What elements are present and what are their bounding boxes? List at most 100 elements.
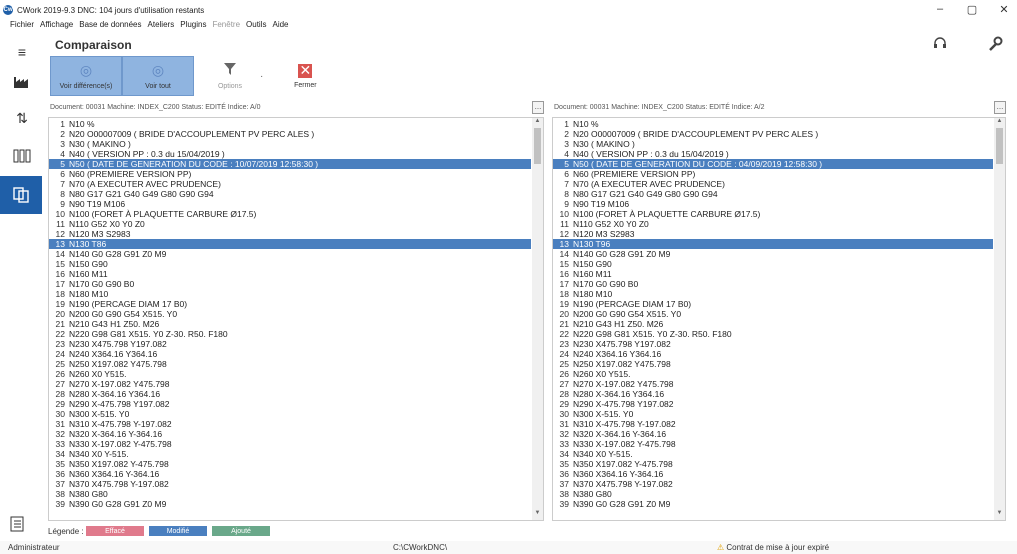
left-scroll-thumb[interactable] — [534, 128, 541, 164]
code-line[interactable]: 37 N370 X475.798 Y-197.082 — [49, 479, 531, 489]
menu-outils[interactable]: Outils — [246, 20, 266, 33]
code-line[interactable]: 25 N250 X197.082 Y475.798 — [49, 359, 531, 369]
code-line[interactable]: 4 N40 ( VERSION PP : 0.3 du 15/04/2019 ) — [553, 149, 993, 159]
code-line[interactable]: 27 N270 X-197.082 Y475.798 — [553, 379, 993, 389]
right-browse-button[interactable]: ... — [994, 101, 1006, 114]
code-line[interactable]: 21 N210 G43 H1 Z50. M26 — [49, 319, 531, 329]
scroll-up-icon[interactable]: ▲ — [532, 118, 543, 128]
show-all-button[interactable]: ◎ Voir tout — [122, 56, 194, 96]
code-line-modified[interactable]: 13 N130 T86 — [49, 239, 531, 249]
code-line[interactable]: 17 N170 G0 G90 B0 — [49, 279, 531, 289]
code-line[interactable]: 33 N330 X-197.082 Y-475.798 — [49, 439, 531, 449]
code-line-modified[interactable]: 13 N130 T96 — [553, 239, 993, 249]
code-line[interactable]: 8 N80 G17 G21 G40 G49 G80 G90 G94 — [553, 189, 993, 199]
right-code-view[interactable]: 1 N10 % 2 N20 O00007009 ( BRIDE D'ACCOUPLEM… — [552, 117, 1006, 521]
code-line[interactable]: 11 N110 G52 X0 Y0 Z0 — [553, 219, 993, 229]
close-comparison-button[interactable]: ✕ Fermer — [269, 56, 341, 96]
code-line[interactable]: 9 N90 T19 M106 — [553, 199, 993, 209]
code-line[interactable]: 39 N390 G0 G28 G91 Z0 M9 — [553, 499, 993, 509]
code-line[interactable]: 37 N370 X475.798 Y-197.082 — [553, 479, 993, 489]
hamburger-menu-icon[interactable]: ≡ — [6, 37, 38, 67]
scroll-up-icon[interactable]: ▲ — [994, 118, 1005, 128]
code-line[interactable]: 29 N290 X-475.798 Y197.082 — [553, 399, 993, 409]
code-line[interactable]: 23 N230 X475.798 Y197.082 — [49, 339, 531, 349]
code-line-modified[interactable]: 5 N50 ( DATE DE GENERATION DU CODE : 04/0… — [553, 159, 993, 169]
code-line[interactable]: 25 N250 X197.082 Y475.798 — [553, 359, 993, 369]
code-line[interactable]: 24 N240 X364.16 Y364.16 — [49, 349, 531, 359]
code-line[interactable]: 21 N210 G43 H1 Z50. M26 — [553, 319, 993, 329]
code-line[interactable]: 39 N390 G0 G28 G91 Z0 M9 — [49, 499, 531, 509]
code-line[interactable]: 27 N270 X-197.082 Y475.798 — [49, 379, 531, 389]
menu-aide[interactable]: Aide — [272, 20, 288, 33]
code-line[interactable]: 3 N30 ( MAKINO ) — [49, 139, 531, 149]
code-line[interactable]: 19 N190 (PERCAGE DIAM 17 B0) — [49, 299, 531, 309]
code-line[interactable]: 1 N10 % — [49, 119, 531, 129]
code-line[interactable]: 12 N120 M3 S2983 — [553, 229, 993, 239]
scroll-down-icon[interactable]: ▼ — [994, 510, 1005, 520]
code-line[interactable]: 6 N60 (PREMIERE VERSION PP) — [553, 169, 993, 179]
left-scrollbar[interactable]: ▲ ▼ — [532, 118, 543, 520]
show-differences-button[interactable]: ◎ Voir différence(s) — [50, 56, 122, 96]
menu-plugins[interactable]: Plugins — [180, 20, 206, 33]
code-line[interactable]: 15 N150 G90 — [553, 259, 993, 269]
options-dropdown-icon[interactable]: · — [260, 71, 263, 82]
code-line[interactable]: 4 N40 ( VERSION PP : 0.3 du 15/04/2019 ) — [49, 149, 531, 159]
right-scrollbar[interactable]: ▲ ▼ — [994, 118, 1005, 520]
left-code-view[interactable]: 1 N10 % 2 N20 O00007009 ( BRIDE D'ACCOUPLEM… — [48, 117, 544, 521]
left-browse-button[interactable]: ... — [532, 101, 544, 114]
code-line[interactable]: 22 N220 G98 G81 X515. Y0 Z-30. R50. F180 — [49, 329, 531, 339]
menu-fichier[interactable]: Fichier — [10, 20, 34, 33]
code-line[interactable]: 19 N190 (PERCAGE DIAM 17 B0) — [553, 299, 993, 309]
wrench-icon[interactable] — [987, 36, 1003, 55]
sort-arrows-icon[interactable]: ⇅ — [6, 103, 38, 133]
clipboard-list-icon[interactable] — [10, 516, 24, 535]
code-line[interactable]: 1 N10 % — [553, 119, 993, 129]
code-line[interactable]: 34 N340 X0 Y-515. — [553, 449, 993, 459]
code-line[interactable]: 38 N380 G80 — [553, 489, 993, 499]
code-line[interactable]: 29 N290 X-475.798 Y197.082 — [49, 399, 531, 409]
code-line[interactable]: 14 N140 G0 G28 G91 Z0 M9 — [49, 249, 531, 259]
headset-icon[interactable] — [933, 36, 947, 55]
maximize-button[interactable]: ▢ — [965, 3, 979, 16]
code-line[interactable]: 34 N340 X0 Y-515. — [49, 449, 531, 459]
code-line[interactable]: 18 N180 M10 — [553, 289, 993, 299]
menu-ateliers[interactable]: Ateliers — [148, 20, 175, 33]
close-window-button[interactable]: ✕ — [997, 3, 1011, 16]
code-line[interactable]: 16 N160 M11 — [553, 269, 993, 279]
code-line[interactable]: 10 N100 (FORET À PLAQUETTE CARBURE Ø17.5) — [553, 209, 993, 219]
code-line[interactable]: 35 N350 X197.082 Y-475.798 — [49, 459, 531, 469]
compare-documents-icon[interactable] — [0, 176, 42, 214]
code-line[interactable]: 9 N90 T19 M106 — [49, 199, 531, 209]
code-line[interactable]: 7 N70 (A EXECUTER AVEC PRUDENCE) — [49, 179, 531, 189]
code-line[interactable]: 10 N100 (FORET À PLAQUETTE CARBURE Ø17.5) — [49, 209, 531, 219]
code-line[interactable]: 36 N360 X364.16 Y-364.16 — [49, 469, 531, 479]
code-line[interactable]: 31 N310 X-475.798 Y-197.082 — [49, 419, 531, 429]
right-scroll-thumb[interactable] — [996, 128, 1003, 164]
code-line[interactable]: 16 N160 M11 — [49, 269, 531, 279]
code-line[interactable]: 2 N20 O00007009 ( BRIDE D'ACCOUPLEMENT PV… — [49, 129, 531, 139]
code-line[interactable]: 33 N330 X-197.082 Y-475.798 — [553, 439, 993, 449]
code-line[interactable]: 38 N380 G80 — [49, 489, 531, 499]
code-line[interactable]: 3 N30 ( MAKINO ) — [553, 139, 993, 149]
code-line[interactable]: 20 N200 G0 G90 G54 X515. Y0 — [553, 309, 993, 319]
code-line[interactable]: 35 N350 X197.082 Y-475.798 — [553, 459, 993, 469]
code-line[interactable]: 6 N60 (PREMIERE VERSION PP) — [49, 169, 531, 179]
code-line[interactable]: 20 N200 G0 G90 G54 X515. Y0 — [49, 309, 531, 319]
code-line[interactable]: 30 N300 X-515. Y0 — [49, 409, 531, 419]
minimize-button[interactable]: – — [933, 3, 947, 16]
code-line[interactable]: 8 N80 G17 G21 G40 G49 G80 G90 G94 — [49, 189, 531, 199]
code-line-modified[interactable]: 5 N50 ( DATE DE GENERATION DU CODE : 10/0… — [49, 159, 531, 169]
code-line[interactable]: 26 N260 X0 Y515. — [553, 369, 993, 379]
code-line[interactable]: 28 N280 X-364.16 Y364.16 — [553, 389, 993, 399]
menu-affichage[interactable]: Affichage — [40, 20, 73, 33]
code-line[interactable]: 18 N180 M10 — [49, 289, 531, 299]
code-line[interactable]: 22 N220 G98 G81 X515. Y0 Z-30. R50. F180 — [553, 329, 993, 339]
code-line[interactable]: 32 N320 X-364.16 Y-364.16 — [49, 429, 531, 439]
code-line[interactable]: 24 N240 X364.16 Y364.16 — [553, 349, 993, 359]
code-line[interactable]: 23 N230 X475.798 Y197.082 — [553, 339, 993, 349]
code-line[interactable]: 32 N320 X-364.16 Y-364.16 — [553, 429, 993, 439]
code-line[interactable]: 7 N70 (A EXECUTER AVEC PRUDENCE) — [553, 179, 993, 189]
code-line[interactable]: 2 N20 O00007009 ( BRIDE D'ACCOUPLEMENT PV… — [553, 129, 993, 139]
code-line[interactable]: 30 N300 X-515. Y0 — [553, 409, 993, 419]
code-line[interactable]: 12 N120 M3 S2983 — [49, 229, 531, 239]
